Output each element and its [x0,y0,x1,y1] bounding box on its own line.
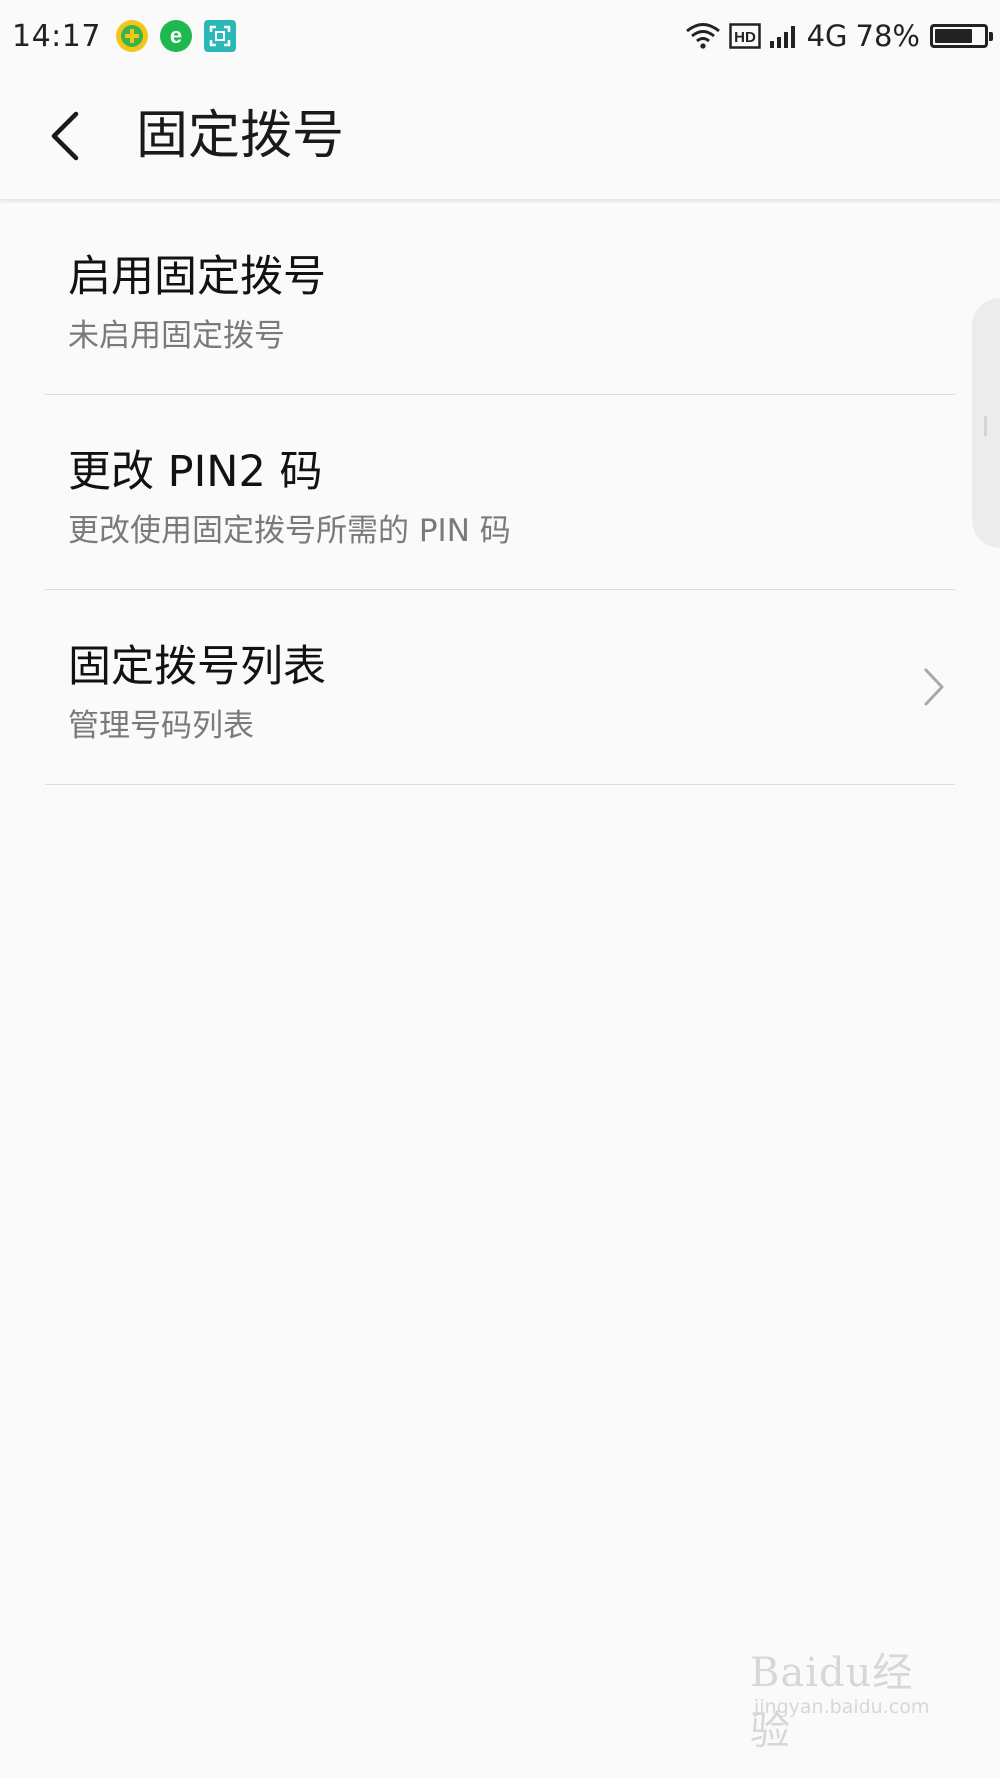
browser-e-icon: e [159,20,192,52]
change-pin2-item[interactable]: 更改 PIN2 码 更改使用固定拨号所需的 PIN 码 [0,395,1000,590]
battery-percentage: 78% [855,19,920,53]
baidu-jingyan-watermark: Baidu经验 jingyan.baidu.com [750,1628,950,1754]
change-pin2-title: 更改 PIN2 码 [68,447,323,497]
enable-fixed-dialing-item[interactable]: 启用固定拨号 未启用固定拨号 [0,200,1000,395]
battery-fill [935,29,972,43]
enable-fixed-dialing-subtitle: 未启用固定拨号 [68,318,285,354]
status-time: 14:17 [12,18,101,54]
chevron-right-icon [924,668,944,706]
signal-strength-icon [769,26,795,48]
change-pin2-subtitle: 更改使用固定拨号所需的 PIN 码 [68,513,511,549]
fixed-dialing-list-item[interactable]: 固定拨号列表 管理号码列表 [0,590,1000,785]
app-bar: 固定拨号 [0,72,1000,200]
chevron-left-icon [51,111,79,161]
edge-handle-grip [984,416,987,436]
fixed-dialing-list-title: 固定拨号列表 [68,642,326,692]
network-type: 4G [806,19,848,53]
edge-drawer-handle[interactable] [972,298,1000,548]
divider [45,784,955,785]
watermark-url: jingyan.baidu.com [754,1696,930,1718]
status-bar-left: 14:17 e [12,19,247,54]
fixed-dialing-list-subtitle: 管理号码列表 [68,708,254,744]
back-button[interactable] [30,100,100,172]
page-title: 固定拨号 [136,106,345,166]
scan-frame-icon [203,20,236,52]
wifi-icon [685,23,720,49]
enable-fixed-dialing-title: 启用固定拨号 [68,252,326,302]
svg-text:e: e [170,23,182,48]
svg-text:HD: HD [734,29,756,46]
settings-list: 启用固定拨号 未启用固定拨号 更改 PIN2 码 更改使用固定拨号所需的 PIN… [0,200,1000,785]
battery-icon [930,24,993,48]
hd-badge-icon: HD [728,23,761,49]
plus-shield-icon [115,20,148,52]
status-bar-right: HD 4G 78% [677,19,993,53]
status-bar: 14:17 e HD 4G 78% [0,0,1000,72]
